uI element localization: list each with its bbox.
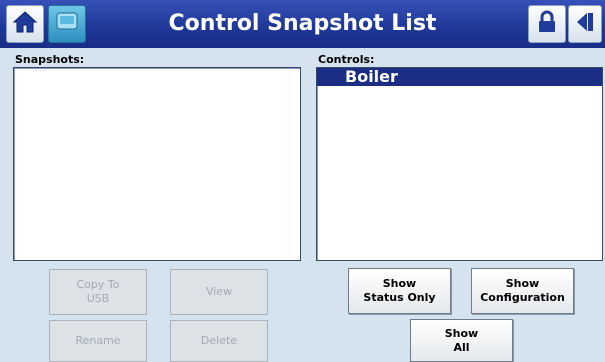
lock-button[interactable] bbox=[528, 5, 566, 43]
show-configuration-label: Show Configuration bbox=[480, 277, 565, 304]
view-button[interactable]: View bbox=[170, 269, 268, 315]
delete-button[interactable]: Delete bbox=[170, 320, 268, 362]
list-item-boiler[interactable]: Boiler bbox=[317, 68, 602, 86]
show-status-only-button[interactable]: Show Status Only bbox=[348, 268, 451, 314]
copy-to-usb-button[interactable]: Copy To USB bbox=[49, 269, 147, 315]
rename-button[interactable]: Rename bbox=[49, 320, 147, 362]
controls-label: Controls: bbox=[318, 53, 375, 66]
page-title: Control Snapshot List bbox=[168, 11, 437, 36]
delete-label: Delete bbox=[200, 334, 238, 347]
show-all-label: Show All bbox=[444, 326, 479, 354]
snapshots-list[interactable] bbox=[13, 67, 301, 261]
show-status-only-label: Show Status Only bbox=[363, 277, 436, 304]
back-arrow-icon bbox=[573, 9, 597, 39]
copy-to-usb-label: Copy To USB bbox=[76, 278, 120, 305]
controls-list[interactable]: Boiler bbox=[316, 67, 603, 261]
lock-icon bbox=[534, 9, 560, 39]
show-all-button[interactable]: Show All bbox=[410, 319, 513, 362]
snapshots-label: Snapshots: bbox=[15, 53, 85, 66]
rename-label: Rename bbox=[75, 334, 121, 347]
show-configuration-button[interactable]: Show Configuration bbox=[471, 268, 574, 314]
view-label: View bbox=[205, 285, 233, 298]
back-button[interactable] bbox=[568, 5, 602, 43]
